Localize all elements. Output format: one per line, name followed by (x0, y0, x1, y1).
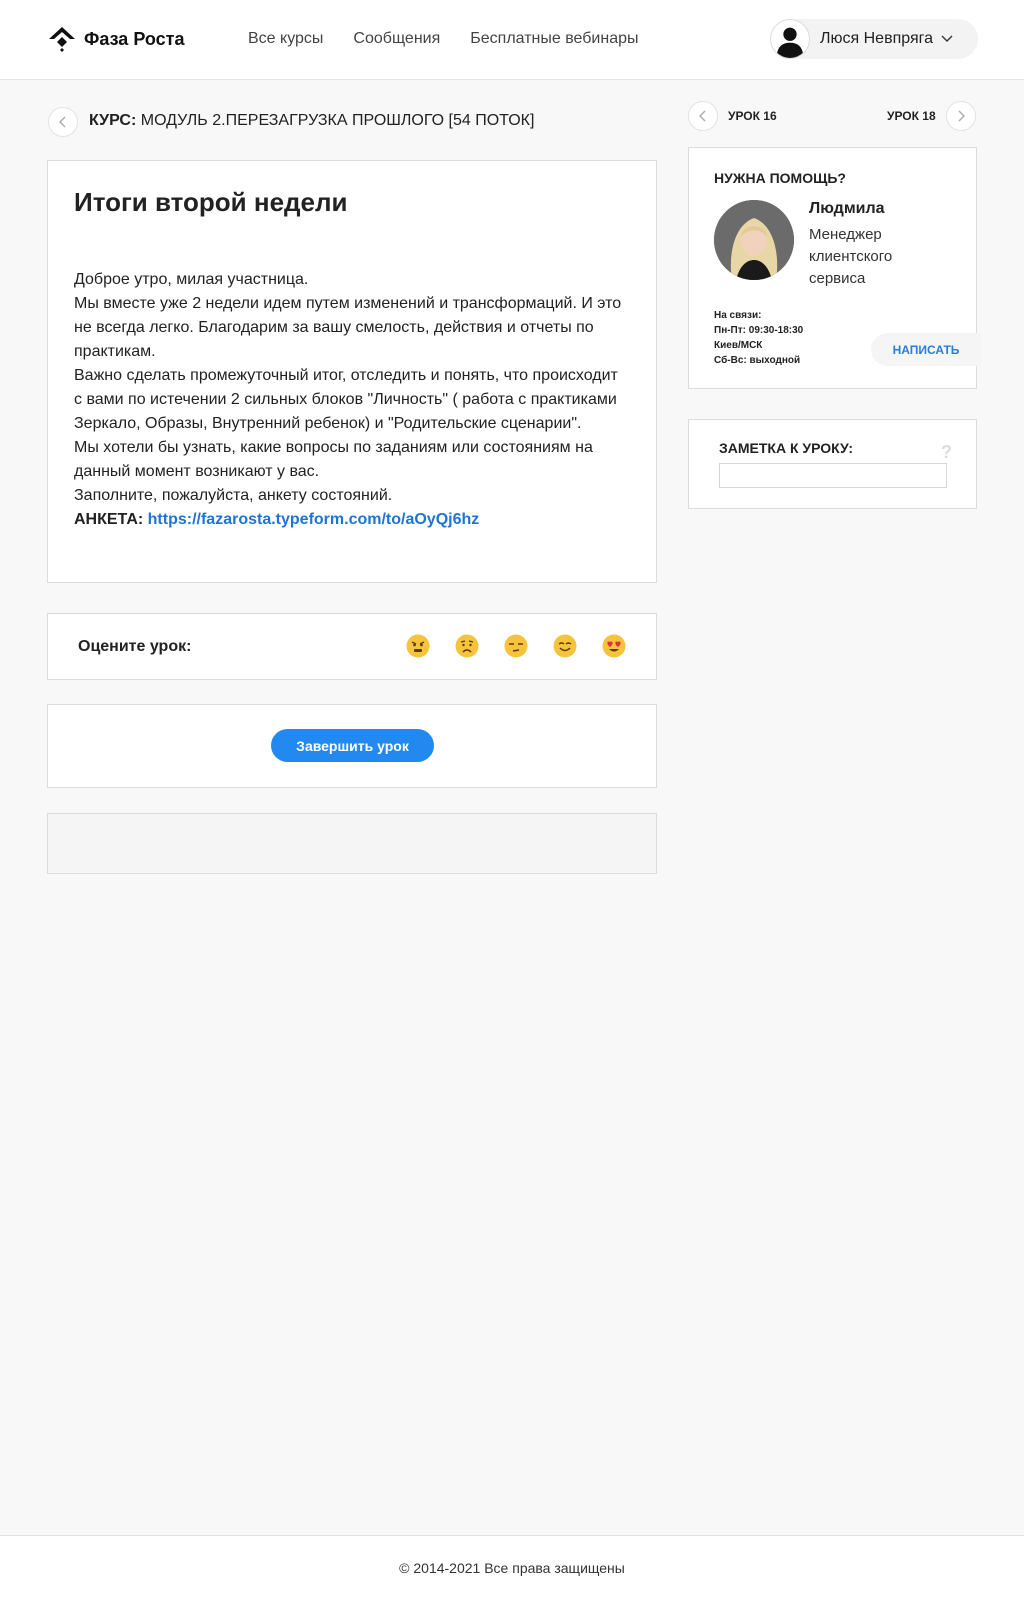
lesson-paragraph: Важно сделать промежуточный итог, отслед… (74, 367, 618, 432)
chevron-down-icon (941, 35, 953, 42)
prev-lesson-label[interactable]: УРОК 16 (728, 109, 777, 123)
rating-label: Оцените урок: (78, 638, 192, 655)
contact-line: На связи: (714, 310, 762, 321)
lesson-card: Итоги второй недели Доброе утро, милая у… (47, 160, 657, 583)
chevron-right-icon (958, 110, 965, 122)
contact-line: Киев/МСК (714, 340, 763, 351)
rating-card: Оцените урок: (47, 613, 657, 680)
heart-eyes-emoji-icon[interactable] (602, 634, 626, 658)
top-header: Фаза Роста Все курсы Сообщения Бесплатны… (0, 0, 1024, 80)
manager-portrait (714, 200, 794, 280)
empty-panel (47, 813, 657, 874)
footer: © 2014-2021 Все права защищены (0, 1535, 1024, 1600)
write-button[interactable]: НАПИСАТЬ (871, 333, 981, 366)
back-button[interactable] (48, 107, 78, 137)
lesson-paragraph: Доброе утро, милая участница. (74, 271, 309, 288)
contact-hours: На связи: Пн-Пт: 09:30-18:30 Киев/МСК Сб… (714, 308, 803, 368)
course-name: МОДУЛЬ 2.ПЕРЕЗАГРУЗКА ПРОШЛОГО [54 ПОТОК… (140, 112, 535, 129)
anketa-label: АНКЕТА: (74, 511, 144, 528)
manager-photo (714, 200, 794, 280)
lesson-title: Итоги второй недели (74, 187, 348, 217)
course-breadcrumb: КУРС: МОДУЛЬ 2.ПЕРЕЗАГРУЗКА ПРОШЛОГО [54… (89, 112, 534, 130)
logo-text: Фаза Роста (84, 28, 185, 49)
user-icon (776, 27, 804, 58)
rating-emojis (406, 634, 626, 658)
help-title: НУЖНА ПОМОЩЬ? (714, 170, 846, 186)
nav-free-webinars[interactable]: Бесплатные вебинары (470, 30, 638, 48)
smile-emoji-icon[interactable] (553, 634, 577, 658)
chevron-left-icon (59, 116, 66, 128)
manager-role: Менеджер клиентского сервиса (809, 226, 893, 287)
next-lesson-label[interactable]: УРОК 18 (887, 109, 936, 123)
question-mark-icon[interactable]: ? (941, 442, 952, 463)
anketa-line: АНКЕТА: https://fazarosta.typeform.com/t… (74, 508, 630, 532)
copyright: © 2014-2021 Все права защищены (399, 1560, 625, 1576)
next-lesson-button[interactable] (946, 101, 976, 131)
help-card: НУЖНА ПОМОЩЬ? Людмила Менеджер клиентско… (688, 147, 981, 389)
avatar (770, 19, 810, 59)
chevron-left-icon (699, 110, 706, 122)
unamused-emoji-icon[interactable] (504, 634, 528, 658)
logo-icon (49, 27, 75, 52)
lesson-paragraph: Мы вместе уже 2 недели идем путем измене… (74, 295, 622, 360)
user-menu[interactable]: Люся Невпряга (770, 19, 978, 59)
anketa-link[interactable]: https://fazarosta.typeform.com/to/aOyQj6… (148, 511, 480, 528)
user-name: Люся Невпряга (820, 30, 933, 47)
contact-line: Сб-Вс: выходной (714, 355, 801, 366)
prev-lesson-button[interactable] (688, 101, 718, 131)
note-input[interactable] (719, 463, 947, 488)
manager-name: Людмила (809, 200, 885, 217)
main-nav: Все курсы Сообщения Бесплатные вебинары (248, 30, 639, 48)
note-card: ЗАМЕТКА К УРОКУ: ? (688, 419, 977, 509)
lesson-paragraph: Заполните, пожалуйста, анкету состояний. (74, 487, 393, 504)
finish-lesson-button[interactable]: Завершить урок (271, 729, 434, 762)
nav-messages[interactable]: Сообщения (353, 30, 440, 48)
logo[interactable]: Фаза Роста (48, 26, 184, 52)
finish-card: Завершить урок (47, 704, 657, 788)
nav-all-courses[interactable]: Все курсы (248, 30, 323, 48)
lesson-paragraph: Мы хотели бы узнать, какие вопросы по за… (74, 439, 593, 480)
sad-emoji-icon[interactable] (455, 634, 479, 658)
angry-emoji-icon[interactable] (406, 634, 430, 658)
note-title: ЗАМЕТКА К УРОКУ: (719, 440, 854, 456)
course-prefix: КУРС: (89, 112, 137, 129)
contact-line: Пн-Пт: 09:30-18:30 (714, 325, 804, 336)
lesson-body: Доброе утро, милая участница. Мы вместе … (74, 268, 630, 532)
